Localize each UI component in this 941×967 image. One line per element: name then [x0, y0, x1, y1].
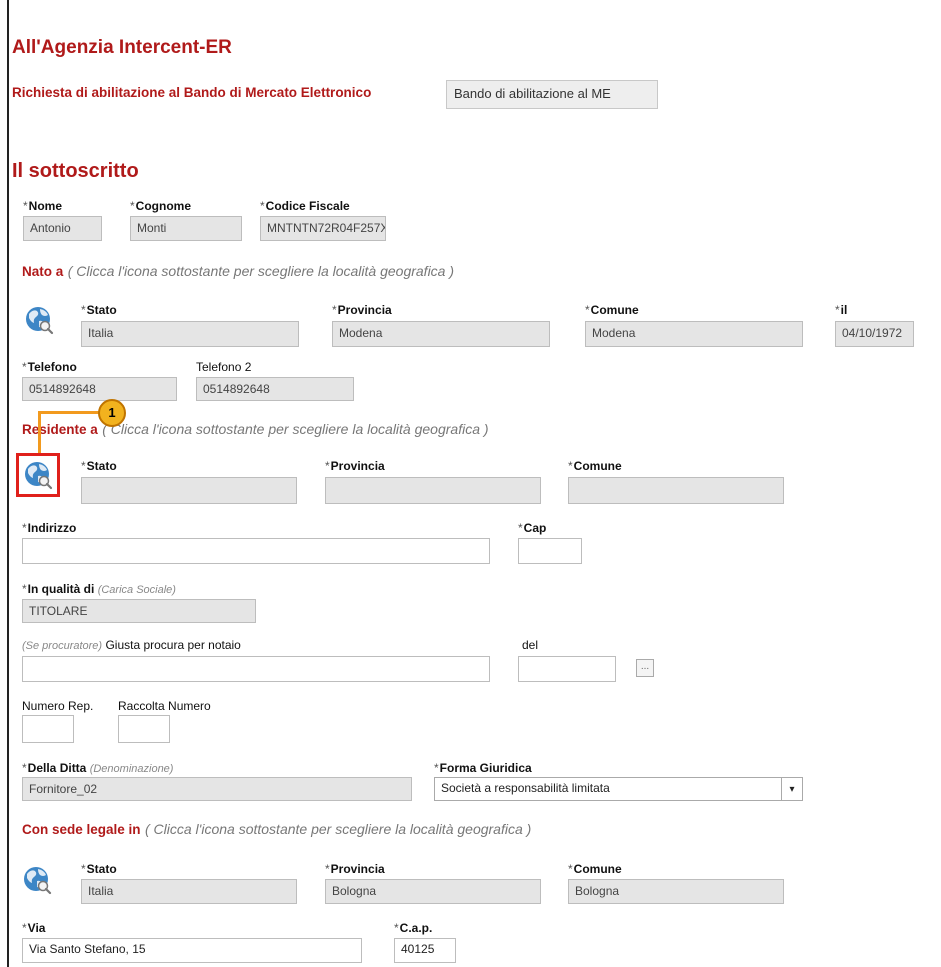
- sede-stato-field: Italia: [81, 879, 297, 904]
- residente-provincia-label: *Provincia: [325, 459, 385, 473]
- sede-cap-label: *C.a.p.: [394, 921, 433, 935]
- codice-fiscale-field: MNTNTN72R04F257X: [260, 216, 386, 241]
- residente-provincia-field: [325, 477, 541, 504]
- residente-comune-label: *Comune: [568, 459, 622, 473]
- agency-title: All'Agenzia Intercent-ER: [12, 37, 232, 58]
- cap-label: *Cap: [518, 521, 547, 535]
- forma-giuridica-select[interactable]: Società a responsabilità limitata ▾: [434, 777, 803, 801]
- forma-giuridica-value: Società a responsabilità limitata: [441, 781, 610, 795]
- del-input[interactable]: [518, 656, 616, 682]
- nato-note: ( Clicca l'icona sottostante per sceglie…: [67, 263, 455, 279]
- date-picker-button[interactable]: ...: [636, 659, 654, 677]
- sede-provincia-label: *Provincia: [325, 862, 385, 876]
- nato-heading: Nato a ( Clicca l'icona sottostante per …: [22, 263, 454, 281]
- nato-provincia-field: Modena: [332, 321, 550, 347]
- raccolta-numero-input[interactable]: [118, 715, 170, 743]
- sede-comune-label: *Comune: [568, 862, 622, 876]
- bando-field: Bando di abilitazione al ME: [446, 80, 658, 109]
- nato-stato-label: *Stato: [81, 303, 117, 317]
- cognome-label: *Cognome: [130, 199, 192, 213]
- cognome-field: Monti: [130, 216, 242, 241]
- telefono-label: *Telefono: [22, 360, 77, 374]
- qualita-label: *In qualità di (Carica Sociale): [22, 582, 176, 596]
- qualita-field: TITOLARE: [22, 599, 256, 623]
- section-title-sottoscritto: Il sottoscritto: [12, 160, 139, 182]
- via-input[interactable]: Via Santo Stefano, 15: [22, 938, 362, 963]
- residente-globe-search-icon[interactable]: [23, 460, 53, 490]
- callout-badge: 1: [98, 399, 126, 427]
- sede-title: Con sede legale in: [22, 822, 141, 837]
- nome-label: *Nome: [23, 199, 63, 213]
- sede-provincia-field: Bologna: [325, 879, 541, 904]
- nato-il-field: 04/10/1972: [835, 321, 914, 347]
- telefono-field: 0514892648: [22, 377, 177, 401]
- sede-comune-field: Bologna: [568, 879, 784, 904]
- raccolta-numero-label: Raccolta Numero: [118, 699, 211, 713]
- telefono2-label: Telefono 2: [196, 360, 252, 374]
- sede-stato-label: *Stato: [81, 862, 117, 876]
- sede-note: ( Clicca l'icona sottostante per sceglie…: [145, 821, 532, 837]
- telefono2-field: 0514892648: [196, 377, 354, 401]
- nato-title: Nato a: [22, 264, 64, 279]
- residente-title: Residente a: [22, 422, 98, 437]
- cap-input[interactable]: [518, 538, 582, 564]
- residente-comune-field: [568, 477, 784, 504]
- left-border: [7, 0, 9, 967]
- nome-field: Antonio: [23, 216, 102, 241]
- procura-input[interactable]: [22, 656, 490, 682]
- numero-rep-input[interactable]: [22, 715, 74, 743]
- residente-stato-label: *Stato: [81, 459, 117, 473]
- ditta-field: Fornitore_02: [22, 777, 412, 801]
- residente-stato-field: [81, 477, 297, 504]
- residente-heading: Residente a ( Clicca l'icona sottostante…: [22, 421, 489, 439]
- nato-stato-field: Italia: [81, 321, 299, 347]
- indirizzo-label: *Indirizzo: [22, 521, 77, 535]
- sede-heading: Con sede legale in ( Clicca l'icona sott…: [22, 821, 531, 839]
- indirizzo-input[interactable]: [22, 538, 490, 564]
- sede-globe-search-icon[interactable]: [22, 865, 52, 895]
- residente-note: ( Clicca l'icona sottostante per sceglie…: [102, 421, 489, 437]
- ditta-label: *Della Ditta (Denominazione): [22, 761, 174, 775]
- callout-line-vertical: [38, 411, 41, 455]
- numero-rep-label: Numero Rep.: [22, 699, 94, 713]
- nato-globe-search-icon[interactable]: [24, 305, 54, 335]
- nato-comune-field: Modena: [585, 321, 803, 347]
- nato-il-label: *il: [835, 303, 848, 317]
- forma-giuridica-label: *Forma Giuridica: [434, 761, 532, 775]
- nato-comune-label: *Comune: [585, 303, 639, 317]
- codice-fiscale-label: *Codice Fiscale: [260, 199, 350, 213]
- richiesta-label: Richiesta di abilitazione al Bando di Me…: [12, 85, 372, 100]
- sede-cap-input[interactable]: 40125: [394, 938, 456, 963]
- nato-provincia-label: *Provincia: [332, 303, 392, 317]
- del-label: del: [522, 638, 539, 652]
- procura-label: (Se procuratore) Giusta procura per nota…: [22, 638, 241, 652]
- via-label: *Via: [22, 921, 46, 935]
- chevron-down-icon[interactable]: ▾: [781, 778, 802, 800]
